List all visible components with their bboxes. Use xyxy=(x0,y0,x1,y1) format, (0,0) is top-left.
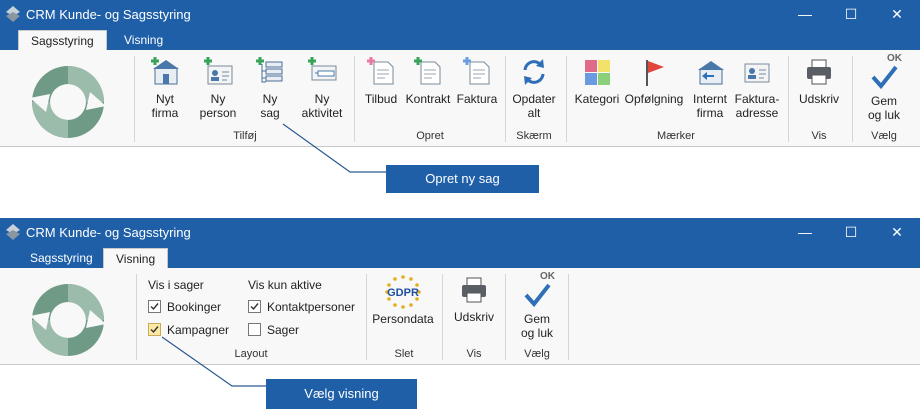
leader-line-top xyxy=(282,123,386,173)
callout-leader-lines xyxy=(161,123,386,387)
leader-line-bottom xyxy=(161,336,266,387)
